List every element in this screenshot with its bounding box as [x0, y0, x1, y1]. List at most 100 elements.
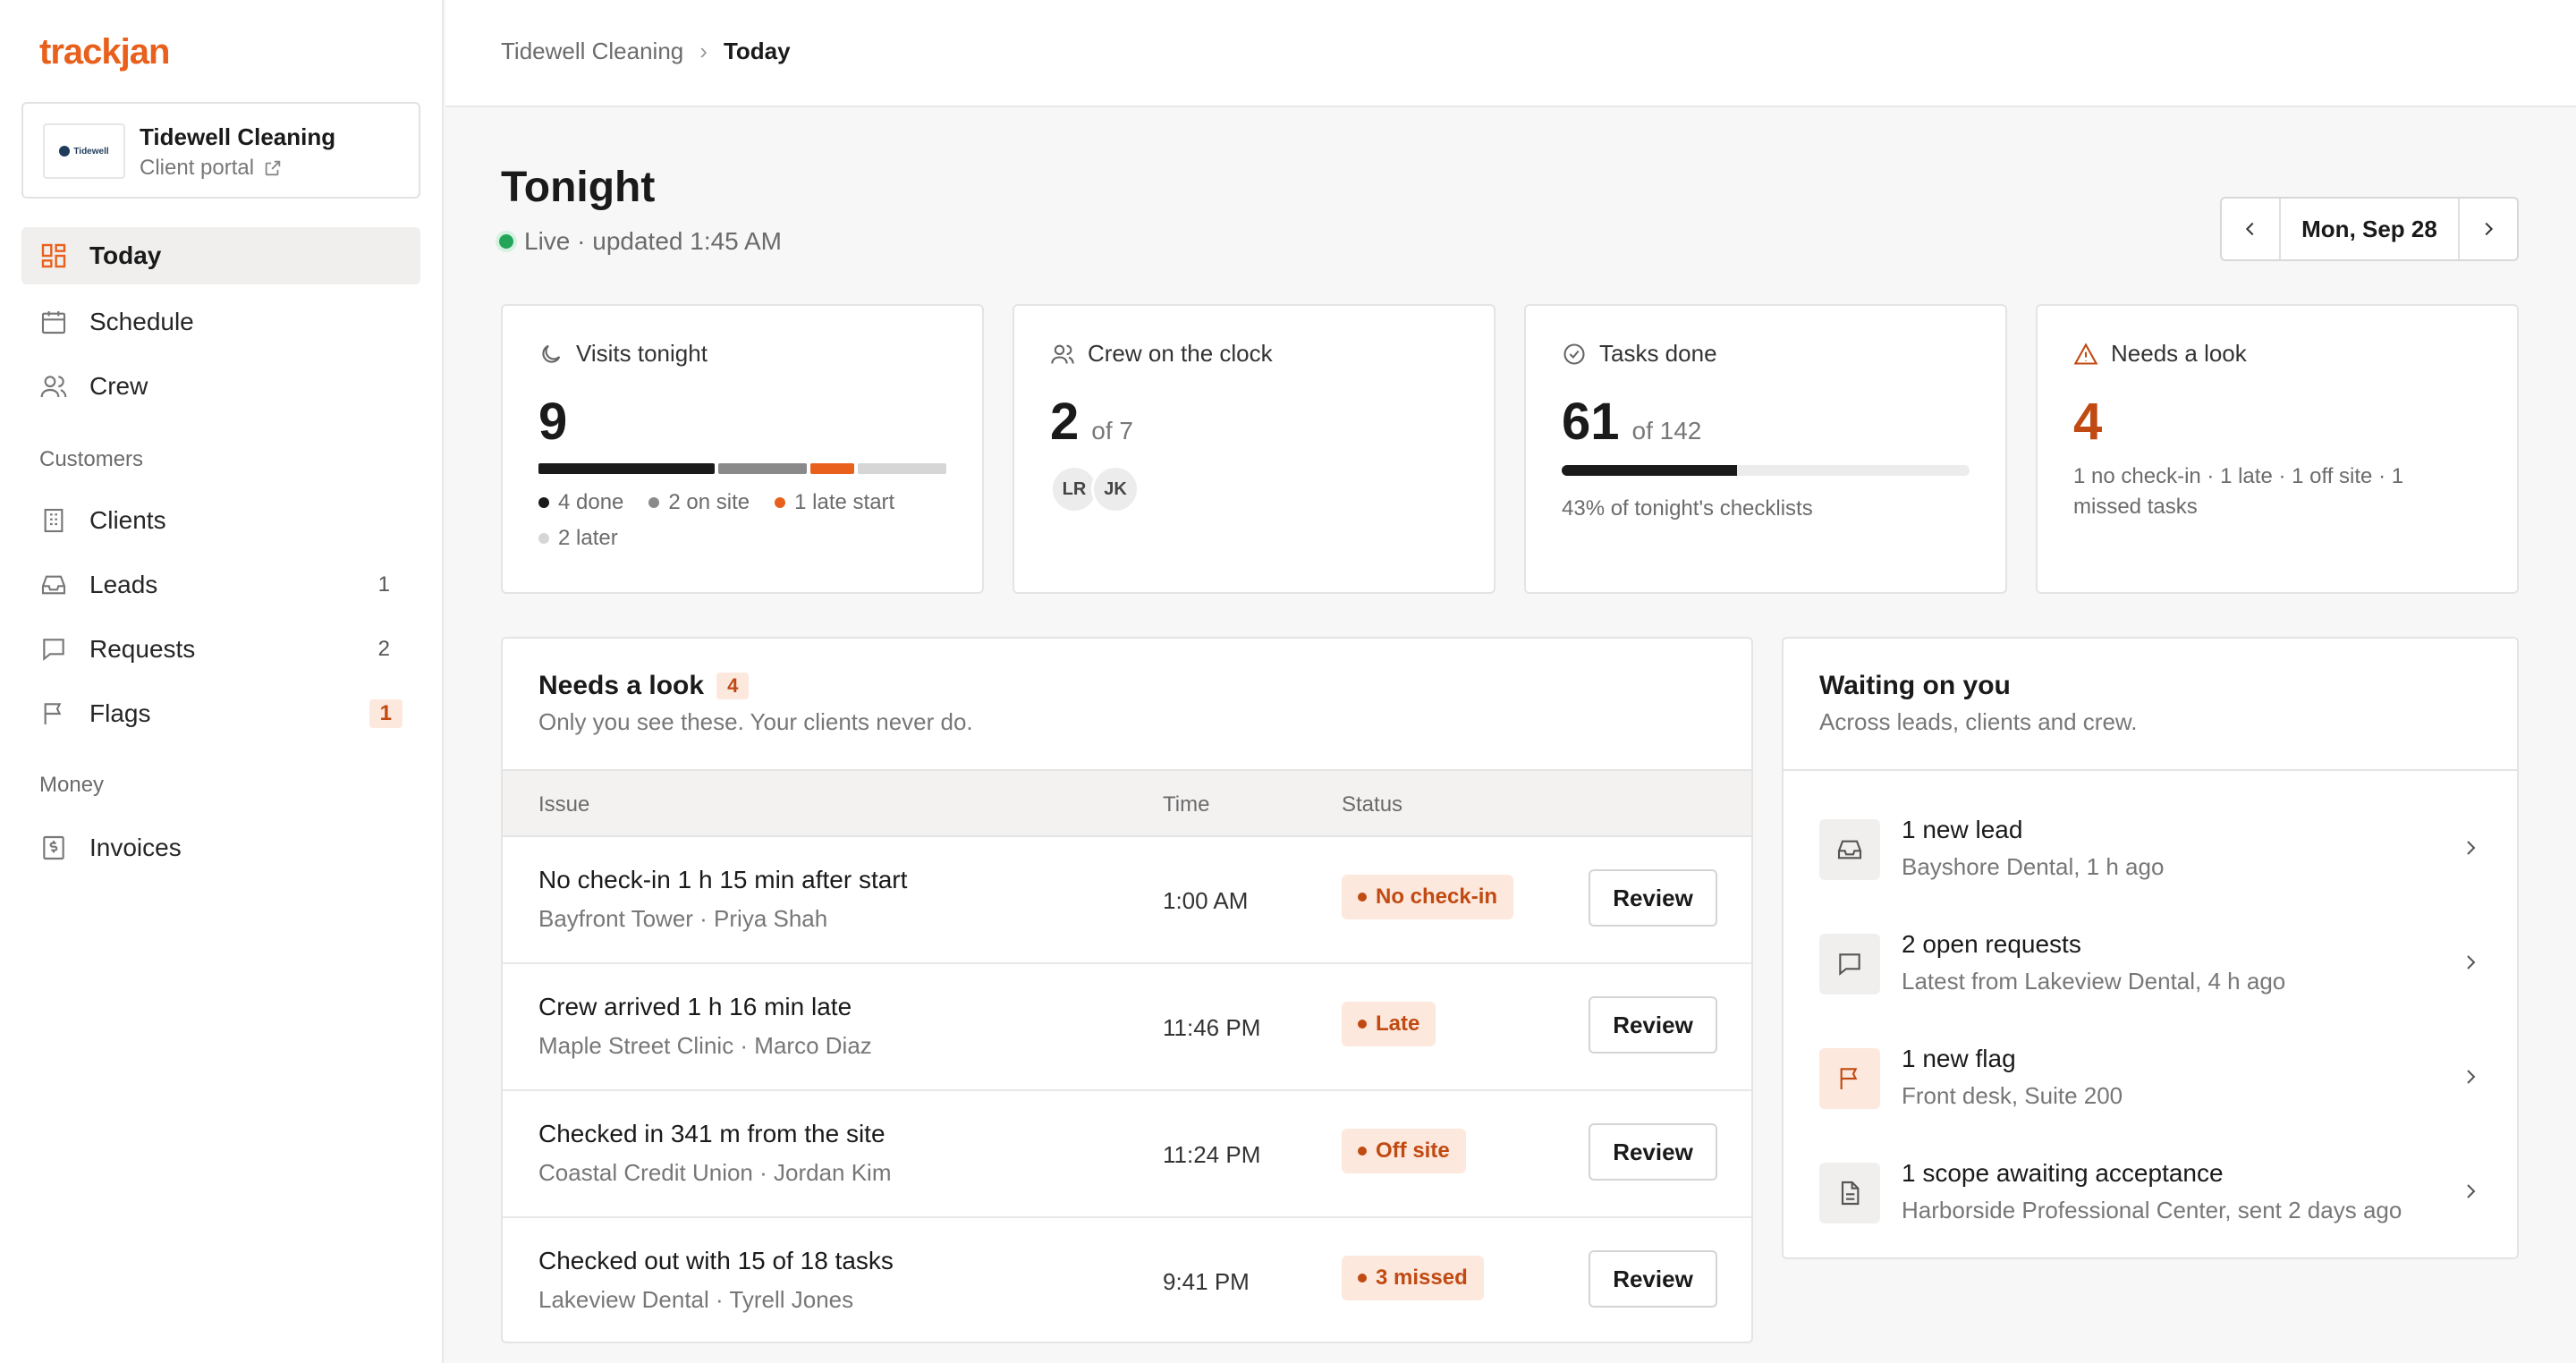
chevron-right-icon: [2485, 222, 2494, 236]
waiting-title: 1 scope awaiting acceptance: [1902, 1159, 2224, 1187]
prev-day-button[interactable]: [2222, 199, 2281, 259]
sidebar-item-requests[interactable]: Requests 2: [21, 621, 420, 678]
visits-segment: [858, 463, 946, 474]
sidebar-item-schedule[interactable]: Schedule: [21, 293, 420, 351]
waiting-subtitle: Bayshore Dental, 1 h ago: [1902, 853, 2165, 880]
legend-item: 4 done: [538, 490, 623, 515]
client-portal-link[interactable]: Client portal: [140, 156, 283, 181]
moon-icon: [542, 344, 561, 363]
waiting-on-you-panel: Waiting on you Across leads, clients and…: [1782, 637, 2519, 1259]
sidebar-item-leads[interactable]: Leads 1: [21, 556, 420, 614]
visits-segment: [718, 463, 807, 474]
issue-time: 11:46 PM: [1163, 1014, 1261, 1041]
issue-title: Crew arrived 1 h 16 min late: [538, 993, 852, 1020]
leads-count: 1: [377, 572, 390, 597]
waiting-item-scope[interactable]: 1 scope awaiting acceptance Harborside P…: [1784, 1136, 2517, 1250]
flag-icon: [1840, 1068, 1858, 1089]
page-title: Tonight: [501, 164, 656, 211]
date-value[interactable]: Mon, Sep 28: [2281, 199, 2458, 259]
review-button[interactable]: Review: [1589, 1250, 1717, 1308]
stat-visits-tonight: Visits tonight 9 4 done 2 on site 1 late s…: [501, 304, 984, 594]
sidebar-item-crew[interactable]: Crew: [21, 358, 420, 415]
chevron-right-icon: [2467, 1184, 2476, 1198]
dollar-doc-icon: [43, 835, 64, 860]
stat-value: 4: [2073, 393, 2103, 451]
stat-label: Visits tonight: [576, 340, 708, 367]
org-switcher[interactable]: Tidewell Tidewell Cleaning Client portal: [21, 102, 420, 199]
org-name: Tidewell Cleaning: [140, 123, 336, 150]
document-icon: [1841, 1181, 1860, 1206]
stat-label: Needs a look: [2111, 340, 2247, 367]
legend-item: 1 late start: [775, 490, 894, 515]
sidebar-item-flags[interactable]: Flags 1: [21, 685, 420, 742]
chevron-right-icon: [2467, 841, 2476, 855]
waiting-subtitle: Harborside Professional Center, sent 2 d…: [1902, 1197, 2402, 1223]
stat-of: of 142: [1631, 417, 1702, 444]
stat-crew-on-clock: Crew on the clock 2 of 7 LR JK: [1013, 304, 1496, 594]
grid-icon: [41, 243, 66, 268]
table-row: Crew arrived 1 h 16 min late Maple Stree…: [503, 964, 1751, 1091]
sidebar-item-invoices[interactable]: Invoices: [21, 819, 420, 876]
issue-subtitle: Maple Street Clinic · Marco Diaz: [538, 1032, 872, 1059]
legend-item: 2 on site: [648, 490, 750, 515]
issue-subtitle: Bayfront Tower · Priya Shah: [538, 905, 828, 932]
column-status: Status: [1342, 792, 1403, 817]
count-badge: 4: [716, 673, 750, 699]
stat-tasks-done: Tasks done 61 of 142 43% of tonight's ch…: [1524, 304, 2007, 594]
status-badge: No check-in: [1342, 875, 1514, 919]
breadcrumb: Tidewell Cleaning › Today: [501, 38, 791, 65]
legend-item: 2 later: [538, 526, 618, 551]
check-circle-icon: [1563, 343, 1585, 365]
app-logo[interactable]: trackjan: [39, 32, 170, 72]
waiting-title: 2 open requests: [1902, 930, 2081, 958]
visits-progress-bar: [538, 463, 946, 474]
stat-note: 43% of tonight's checklists: [1562, 496, 1813, 521]
inbox-icon: [1837, 840, 1862, 859]
review-button[interactable]: Review: [1589, 869, 1717, 927]
users-icon: [40, 376, 67, 398]
next-day-button[interactable]: [2458, 199, 2517, 259]
table-row: No check-in 1 h 15 min after start Bayfr…: [503, 837, 1751, 964]
stat-label: Crew on the clock: [1088, 340, 1273, 367]
message-icon: [43, 639, 64, 661]
flags-count: 1: [369, 699, 402, 728]
avatar[interactable]: JK: [1091, 465, 1140, 513]
issue-subtitle: Coastal Credit Union · Jordan Kim: [538, 1159, 892, 1186]
warning-icon: [2073, 342, 2098, 365]
message-icon: [1839, 953, 1860, 976]
inbox-icon: [41, 575, 66, 595]
topbar: Tidewell Cleaning › Today: [445, 0, 2576, 107]
waiting-title: 1 new flag: [1902, 1045, 2016, 1072]
issue-time: 1:00 AM: [1163, 887, 1249, 914]
status-badge: Off site: [1342, 1129, 1466, 1173]
panel-subtitle: Only you see these. Your clients never d…: [538, 708, 973, 735]
chevron-right-icon: [2467, 955, 2476, 969]
issue-time: 9:41 PM: [1163, 1268, 1250, 1295]
live-dot-icon: [499, 234, 513, 249]
issue-title: Checked in 341 m from the site: [538, 1120, 886, 1147]
stat-of: of 7: [1091, 417, 1133, 444]
date-picker: Mon, Sep 28: [2220, 197, 2519, 261]
visits-segment: [538, 463, 716, 474]
review-button[interactable]: Review: [1589, 996, 1717, 1054]
waiting-item-flag[interactable]: 1 new flag Front desk, Suite 200: [1784, 1021, 2517, 1136]
waiting-item-lead[interactable]: 1 new lead Bayshore Dental, 1 h ago: [1784, 792, 2517, 907]
org-logo: Tidewell: [43, 123, 125, 179]
review-button[interactable]: Review: [1589, 1123, 1717, 1181]
chevron-left-icon: [2245, 222, 2254, 236]
sidebar-item-clients[interactable]: Clients: [21, 492, 420, 549]
panel-subtitle: Across leads, clients and crew.: [1819, 708, 2138, 735]
external-link-icon: [265, 160, 281, 176]
stat-value: 2: [1050, 393, 1080, 451]
stat-value: 9: [538, 393, 568, 451]
visits-segment: [810, 463, 855, 474]
breadcrumb-parent[interactable]: Tidewell Cleaning: [501, 38, 683, 65]
status-badge: 3 missed: [1342, 1256, 1484, 1300]
needs-a-look-panel: Needs a look 4 Only you see these. Your …: [501, 637, 1753, 1343]
crew-avatars: LR JK: [1050, 465, 1140, 513]
table-row: Checked in 341 m from the site Coastal C…: [503, 1091, 1751, 1218]
sidebar-item-today[interactable]: Today: [21, 227, 420, 284]
stat-note: 1 no check-in · 1 late · 1 off site · 1 …: [2073, 464, 2404, 519]
flag-icon: [44, 703, 62, 724]
waiting-item-requests[interactable]: 2 open requests Latest from Lakeview Den…: [1784, 907, 2517, 1021]
